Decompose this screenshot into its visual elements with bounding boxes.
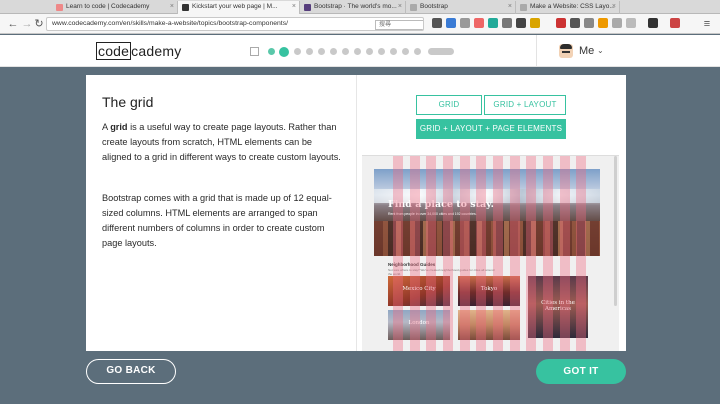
progress-dot[interactable]	[414, 48, 421, 55]
bold-term: grid	[110, 122, 128, 132]
lesson-text-panel: The grid A grid is a useful way to creat…	[86, 75, 356, 351]
grid-layout-toggle-button[interactable]: GRID + LAYOUT	[484, 95, 566, 115]
browser-tab-make-website[interactable]: Make a Website: CSS Layo... ×	[516, 1, 620, 14]
extension-icon[interactable]	[648, 18, 658, 28]
grid-column	[459, 156, 470, 351]
lesson-title: The grid	[102, 94, 154, 110]
browser-toolbar: ← → ↻ www.codecademy.com/en/skills/make-…	[0, 14, 720, 34]
grid-demo-panel: GRID GRID + LAYOUT GRID + LAYOUT + PAGE …	[357, 75, 626, 351]
page-favicon-icon	[410, 4, 417, 11]
site-preview[interactable]: Find a place to stay. Rent from people i…	[362, 155, 619, 351]
browser-tab-bootstrap[interactable]: Bootstrap ×	[406, 1, 516, 14]
bootstrap-favicon-icon	[304, 4, 311, 11]
extension-icon[interactable]	[598, 18, 608, 28]
back-arrow-icon[interactable]: ←	[6, 17, 20, 31]
codecademy-favicon-icon	[56, 4, 63, 11]
grid-column	[576, 156, 587, 351]
extension-icon[interactable]	[474, 18, 484, 28]
close-tab-icon[interactable]: ×	[398, 1, 402, 13]
progress-dot[interactable]	[342, 48, 349, 55]
extension-icon[interactable]	[556, 18, 566, 28]
search-placeholder: 搜尋	[379, 22, 392, 28]
logo-rest-text: cademy	[131, 43, 182, 59]
grid-column-overlay	[392, 156, 592, 351]
progress-final-step[interactable]	[428, 48, 454, 55]
url-text: www.codecademy.com/en/skills/make-a-webs…	[52, 20, 288, 27]
progress-dot[interactable]	[278, 46, 289, 57]
user-menu[interactable]: Me ⌄	[536, 35, 624, 67]
grid-column	[493, 156, 503, 351]
progress-dot[interactable]	[366, 48, 373, 55]
logo-box-text: code	[96, 42, 132, 60]
progress-dot[interactable]	[330, 48, 337, 55]
menu-icon[interactable]: ≡	[700, 17, 714, 31]
grid-column	[409, 156, 420, 351]
extension-icon[interactable]	[570, 18, 580, 28]
preview-scrollbar[interactable]	[614, 156, 617, 306]
extension-icon[interactable]	[446, 18, 456, 28]
grid-column	[526, 156, 537, 351]
user-label: Me	[579, 45, 595, 57]
lesson-paragraph-1: A grid is a useful way to create page la…	[102, 120, 342, 165]
codecademy-logo[interactable]: code cademy	[96, 42, 182, 60]
tab-label: Bootstrap	[420, 3, 448, 10]
close-tab-icon[interactable]: ×	[508, 1, 512, 13]
paragraph-text: A	[102, 122, 111, 132]
chevron-down-icon: ⌄	[597, 46, 604, 55]
page-favicon-icon	[182, 4, 189, 11]
progress-dot[interactable]	[390, 48, 397, 55]
extension-icon[interactable]	[488, 18, 498, 28]
extension-icon[interactable]	[584, 18, 594, 28]
grid-column	[509, 156, 520, 351]
close-tab-icon[interactable]: ×	[292, 1, 296, 13]
grid-column	[393, 156, 403, 351]
progress-dot[interactable]	[294, 48, 301, 55]
extension-icon[interactable]	[460, 18, 470, 28]
browser-tab-bootstrap-home[interactable]: Bootstrap · The world's mo... ×	[300, 1, 406, 14]
progress-dot[interactable]	[268, 48, 275, 55]
tab-label: Learn to code | Codecademy	[66, 3, 150, 10]
grid-toggle-button[interactable]: GRID	[416, 95, 482, 115]
go-back-button[interactable]: GO BACK	[86, 359, 176, 384]
browser-tab-strip: Learn to code | Codecademy × Kickstart y…	[0, 0, 720, 14]
avatar	[559, 44, 573, 58]
reload-icon[interactable]: ↻	[32, 17, 46, 31]
paragraph-text: is a useful way to create page layouts. …	[102, 122, 341, 162]
site-header: code cademy Me ⌄	[0, 35, 720, 67]
grid-column	[443, 156, 453, 351]
lesson-paragraph-2: Bootstrap comes with a grid that is made…	[102, 193, 332, 248]
progress-dot[interactable]	[318, 48, 325, 55]
progress-dot[interactable]	[378, 48, 385, 55]
document-icon[interactable]	[250, 47, 259, 56]
tab-label: Bootstrap · The world's mo...	[314, 3, 397, 10]
browser-tab-kickstart[interactable]: Kickstart your web page | M... ×	[178, 1, 300, 14]
extension-icon[interactable]	[502, 18, 512, 28]
extension-icon[interactable]	[516, 18, 526, 28]
grid-layout-elements-toggle-button[interactable]: GRID + LAYOUT + PAGE ELEMENTS	[416, 119, 566, 139]
browser-tab-codecademy[interactable]: Learn to code | Codecademy ×	[52, 1, 178, 14]
grid-column	[543, 156, 553, 351]
grid-column	[426, 156, 437, 351]
download-icon[interactable]	[432, 18, 442, 28]
close-tab-icon[interactable]: ×	[612, 1, 616, 13]
progress-dot[interactable]	[306, 48, 313, 55]
extension-icon[interactable]	[626, 18, 636, 28]
lesson-modal: The grid A grid is a useful way to creat…	[86, 75, 626, 351]
grid-column	[476, 156, 487, 351]
got-it-button[interactable]: GOT IT	[536, 359, 626, 384]
extension-icon[interactable]	[670, 18, 680, 28]
extension-icon[interactable]	[612, 18, 622, 28]
search-input[interactable]: 搜尋	[375, 20, 423, 30]
tab-label: Make a Website: CSS Layo...	[530, 3, 615, 10]
tab-label: Kickstart your web page | M...	[192, 3, 278, 10]
page-favicon-icon	[520, 4, 527, 11]
progress-dot[interactable]	[402, 48, 409, 55]
progress-dot[interactable]	[354, 48, 361, 55]
grid-column	[559, 156, 570, 351]
address-bar[interactable]: www.codecademy.com/en/skills/make-a-webs…	[46, 17, 424, 31]
extension-icon[interactable]	[530, 18, 540, 28]
close-tab-icon[interactable]: ×	[170, 1, 174, 13]
